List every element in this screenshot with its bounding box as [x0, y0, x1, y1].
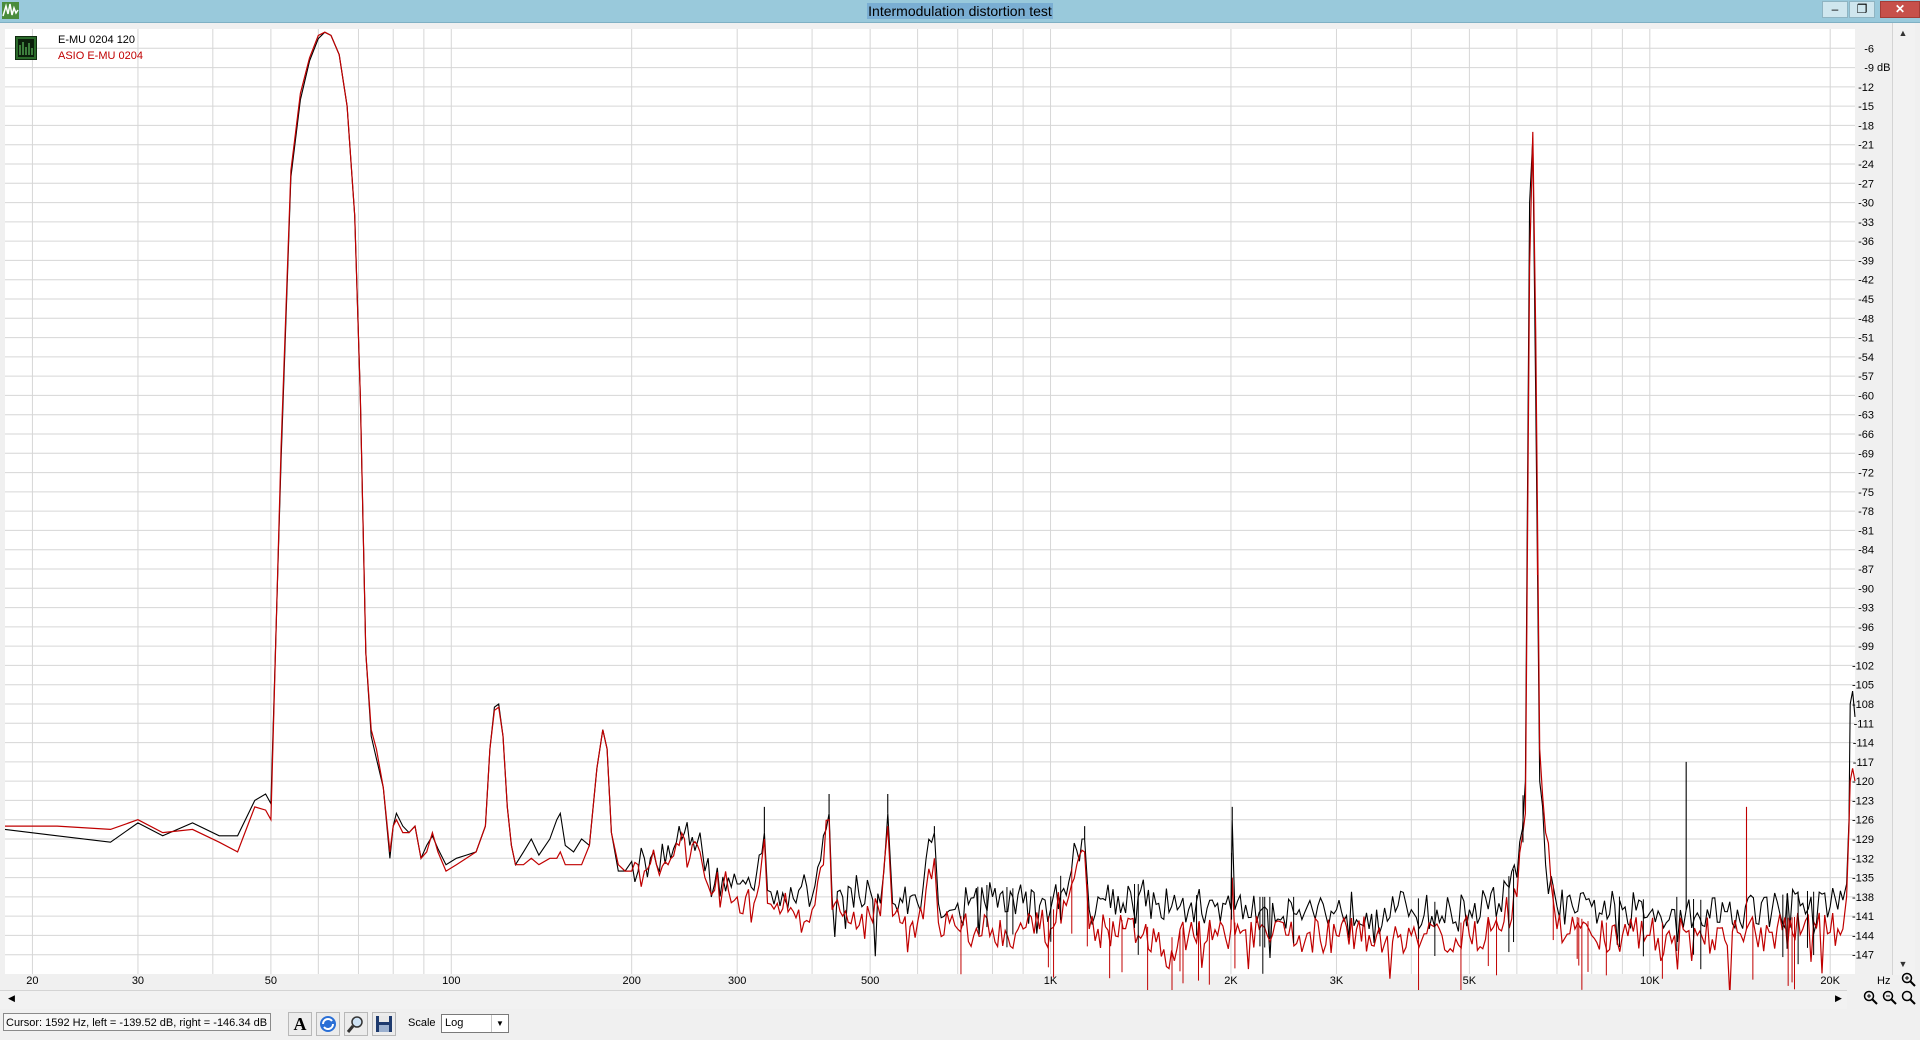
- legend-series-asio-emu-0204: ASIO E-MU 0204: [58, 50, 143, 62]
- x-tick-label: 1K: [1044, 975, 1058, 987]
- y-tick-label: -51: [1858, 333, 1874, 345]
- horizontal-scrollbar[interactable]: ◀ ▶: [0, 990, 1847, 1009]
- zoom-in-icon[interactable]: [1901, 972, 1916, 987]
- y-tick-label: -120: [1852, 776, 1874, 788]
- x-axis-unit-label: Hz: [1877, 975, 1890, 987]
- y-tick-label: -45: [1858, 294, 1874, 306]
- zoom-tool-button[interactable]: [344, 1012, 368, 1036]
- x-tick-label: 10K: [1640, 975, 1660, 987]
- vertical-scrollbar[interactable]: [1892, 23, 1915, 975]
- y-tick-label: -57: [1858, 371, 1874, 383]
- y-tick-label: -15: [1858, 101, 1874, 113]
- y-tick-label: -90: [1858, 583, 1874, 595]
- save-button[interactable]: [372, 1012, 396, 1036]
- y-tick-label: -69: [1858, 448, 1874, 460]
- x-axis-labels: 20 30 50 100 200 300 500 1K 2K 3K 5K 10K 20K: [26, 975, 1840, 987]
- y-tick-label: -129: [1852, 834, 1874, 846]
- scroll-down-arrow-icon[interactable]: ▼: [1894, 956, 1912, 972]
- y-tick-label: -63: [1858, 410, 1874, 422]
- x-tick-label: 20K: [1820, 975, 1840, 987]
- y-tick-label: -117: [1853, 757, 1874, 769]
- y-tick-label: -123: [1852, 795, 1874, 807]
- x-tick-label: 2K: [1224, 975, 1238, 987]
- y-tick-label: -138: [1852, 892, 1874, 904]
- y-tick-label: -87: [1858, 564, 1874, 576]
- y-tick-label: -102: [1852, 660, 1874, 672]
- y-tick-label: -21: [1858, 140, 1874, 152]
- y-tick-label: -108: [1852, 699, 1874, 711]
- zoom-tool-icon: [346, 1016, 363, 1033]
- y-tick-label: -72: [1858, 468, 1874, 480]
- y-tick-label: -135: [1852, 873, 1874, 885]
- y-tick-label: -6: [1864, 43, 1874, 55]
- plot-background: [5, 29, 1855, 974]
- cursor-readout: Cursor: 1592 Hz, left = -139.52 dB, righ…: [3, 1013, 271, 1031]
- x-tick-label: 200: [622, 975, 640, 987]
- y-tick-label: -66: [1858, 429, 1874, 441]
- y-tick-label: -96: [1858, 622, 1874, 634]
- x-tick-label: 30: [132, 975, 144, 987]
- text-tool-button[interactable]: A: [288, 1012, 312, 1036]
- spectrum-chart[interactable]: -6 -9 -12 -15 -18 -21 -24 -27 -30 -33 -36 -39 -42 -45…: [0, 0, 1920, 990]
- y-tick-label: -27: [1858, 178, 1874, 190]
- scale-dropdown-value: Log: [445, 1017, 464, 1029]
- y-tick-label: -132: [1852, 853, 1874, 865]
- x-tick-label: 5K: [1463, 975, 1477, 987]
- y-tick-label: -42: [1858, 275, 1874, 287]
- y-tick-label: -54: [1858, 352, 1874, 364]
- x-tick-label: 100: [442, 975, 460, 987]
- y-tick-label: -24: [1858, 159, 1874, 171]
- refresh-button[interactable]: [316, 1012, 340, 1036]
- x-tick-label: 20: [26, 975, 38, 987]
- y-tick-label: -75: [1858, 487, 1874, 499]
- spectrum-analyzer-icon: [15, 36, 37, 60]
- y-tick-label: -30: [1858, 198, 1874, 210]
- scroll-left-arrow-icon[interactable]: ◀: [8, 993, 15, 1004]
- save-icon: [376, 1016, 392, 1032]
- y-tick-label: -93: [1858, 603, 1874, 615]
- x-tick-label: 50: [265, 975, 277, 987]
- x-tick-label: 3K: [1330, 975, 1344, 987]
- y-tick-label: -48: [1858, 313, 1874, 325]
- y-axis-unit-label: dB: [1877, 62, 1890, 74]
- y-tick-label: -99: [1858, 641, 1874, 653]
- y-tick-label: -144: [1852, 930, 1874, 942]
- y-tick-label: -84: [1858, 545, 1874, 557]
- zoom-reset-icon[interactable]: [1901, 990, 1916, 1005]
- x-tick-label: 300: [728, 975, 746, 987]
- y-tick-label: -105: [1852, 680, 1874, 692]
- y-tick-label: -111: [1854, 718, 1874, 730]
- y-tick-label: -33: [1858, 217, 1874, 229]
- scroll-up-arrow-icon[interactable]: ▲: [1894, 25, 1912, 41]
- zoom-in-icon[interactable]: [1863, 990, 1878, 1005]
- y-axis-labels: -6 -9 -12 -15 -18 -21 -24 -27 -30 -33 -36 -39 -42 -45…: [1852, 43, 1874, 961]
- chart-grid: [5, 29, 1855, 974]
- y-tick-label: -126: [1852, 815, 1874, 827]
- scale-label: Scale: [408, 1017, 436, 1029]
- y-tick-label: -9: [1864, 63, 1874, 75]
- scale-dropdown[interactable]: Log ▼: [441, 1014, 509, 1033]
- y-tick-label: -114: [1853, 738, 1874, 750]
- y-tick-label: -60: [1858, 390, 1874, 402]
- y-tick-label: -81: [1858, 525, 1874, 537]
- y-tick-label: -18: [1858, 120, 1874, 132]
- x-tick-label: 500: [861, 975, 879, 987]
- y-tick-label: -39: [1858, 255, 1874, 267]
- y-tick-label: -12: [1858, 82, 1874, 94]
- legend-series-emu-0204-120: E-MU 0204 120: [58, 34, 136, 46]
- y-tick-label: -141: [1852, 911, 1874, 923]
- refresh-icon: [320, 1016, 336, 1032]
- y-tick-label: -147: [1852, 950, 1874, 962]
- status-toolbar: Cursor: 1592 Hz, left = -139.52 dB, righ…: [0, 1009, 1920, 1040]
- y-tick-label: -78: [1858, 506, 1874, 518]
- scroll-right-arrow-icon[interactable]: ▶: [1835, 993, 1842, 1004]
- text-tool-icon: A: [293, 1014, 307, 1034]
- zoom-out-icon[interactable]: [1882, 990, 1897, 1005]
- chevron-down-icon: ▼: [491, 1015, 508, 1032]
- y-tick-label: -36: [1858, 236, 1874, 248]
